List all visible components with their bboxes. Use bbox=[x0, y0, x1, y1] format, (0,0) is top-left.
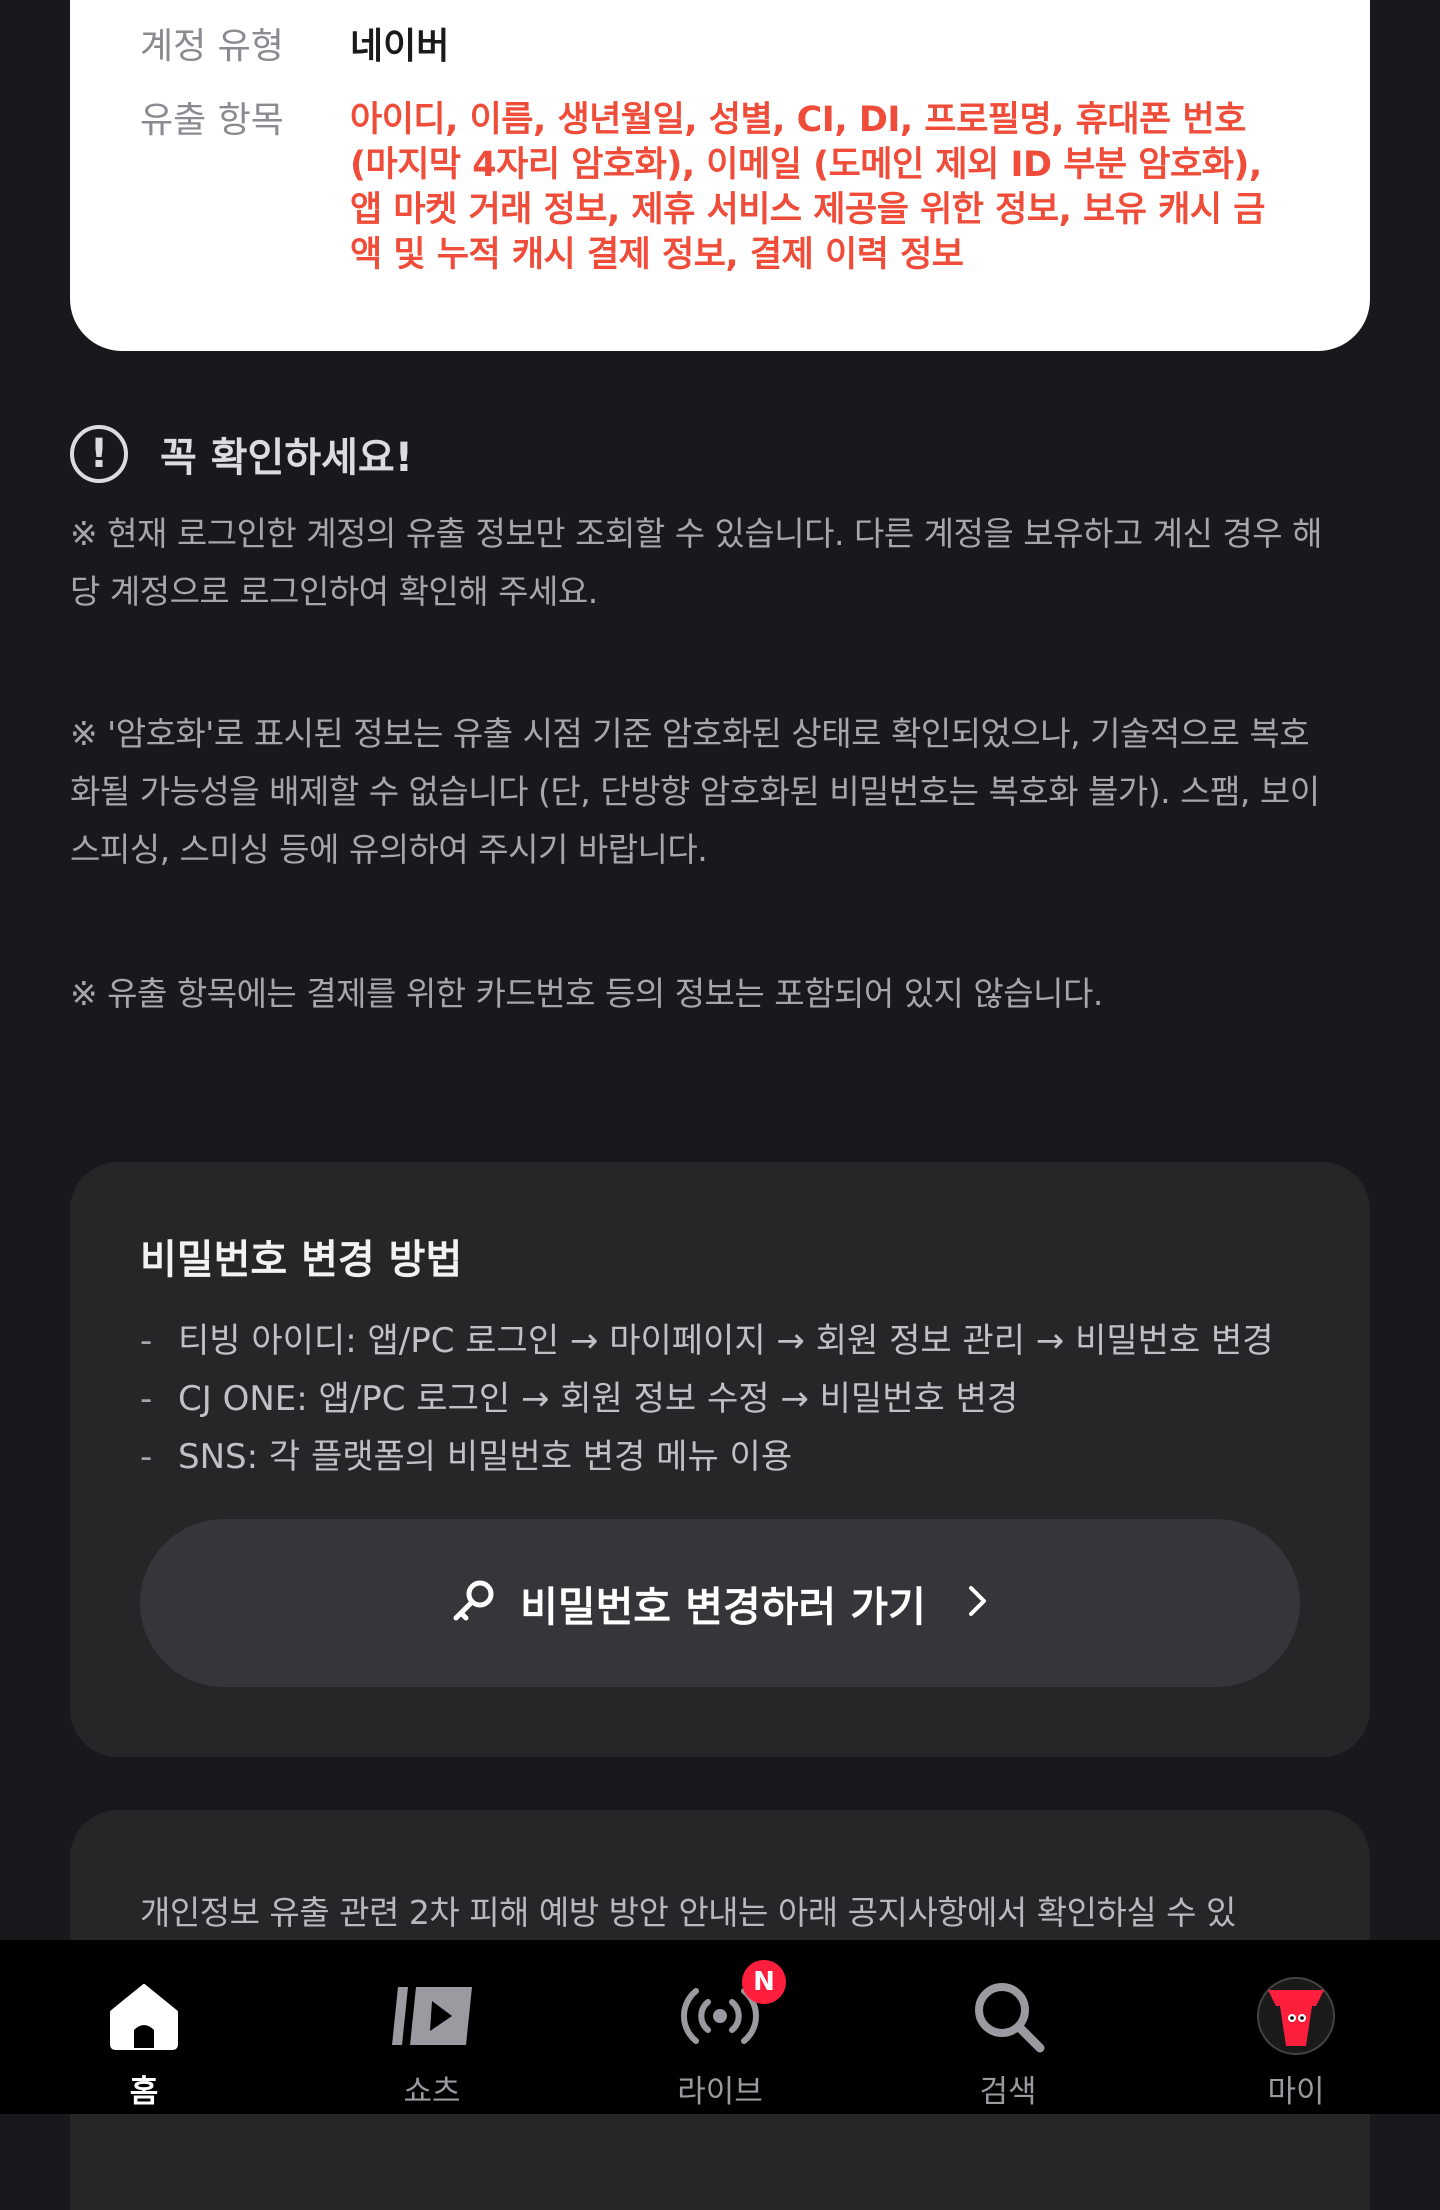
notice-title: 꼭 확인하세요! bbox=[160, 435, 413, 481]
list-item-text: 티빙 아이디: 앱/PC 로그인 → 마이페이지 → 회원 정보 관리 → 비밀… bbox=[178, 1321, 1274, 1361]
tab-my[interactable]: 마이 bbox=[1152, 1940, 1440, 2114]
chevron-right-icon bbox=[966, 1583, 990, 1623]
tab-label: 홈 bbox=[129, 2074, 159, 2110]
live-icon: N bbox=[680, 1960, 786, 2056]
tab-label: 쇼츠 bbox=[403, 2074, 461, 2110]
notice-paragraph-1: ※ 현재 로그인한 계정의 유출 정보만 조회할 수 있습니다. 다른 계정을 … bbox=[70, 505, 1370, 621]
list-item: - CJ ONE: 앱/PC 로그인 → 회원 정보 수정 → 비밀번호 변경 bbox=[140, 1370, 1274, 1428]
leak-items-line: 아이디, 이름, 생년월일, 성별, CI, DI, 프로필명, 휴대폰 번호 bbox=[350, 100, 1246, 140]
tab-label: 마이 bbox=[1267, 2074, 1325, 2110]
tab-home[interactable]: 홈 bbox=[0, 1940, 288, 2114]
notice-line: 스피싱, 스미싱 등에 유의하여 주시기 바랍니다. bbox=[70, 830, 708, 869]
tab-label: 검색 bbox=[979, 2074, 1037, 2110]
tab-live[interactable]: N 라이브 bbox=[576, 1940, 864, 2114]
new-badge: N bbox=[742, 1960, 786, 2004]
key-icon bbox=[450, 1577, 498, 1629]
leak-items-line: 앱 마켓 거래 정보, 제휴 서비스 제공을 위한 정보, 보유 캐시 금 bbox=[350, 190, 1265, 230]
bottom-tab-bar: 홈 쇼츠 N 라이브 검색 마이 bbox=[0, 1940, 1440, 2114]
notice-line: ※ 현재 로그인한 계정의 유출 정보만 조회할 수 있습니다. 다른 계정을 … bbox=[70, 514, 1322, 553]
list-dash: - bbox=[140, 1379, 153, 1419]
notice-paragraph-2: ※ '암호화'로 표시된 정보는 유출 시점 기준 암호화된 상태로 확인되었으… bbox=[70, 705, 1370, 879]
home-icon bbox=[104, 1976, 184, 2056]
list-dash: - bbox=[140, 1437, 153, 1477]
leak-items-line: (마지막 4자리 암호화), 이메일 (도메인 제외 ID 부분 암호화), bbox=[350, 145, 1262, 185]
tab-label: 라이브 bbox=[677, 2074, 763, 2110]
notice-line: 화될 가능성을 배제할 수 없습니다 (단, 단방향 암호화된 비밀번호는 복호… bbox=[70, 772, 1320, 811]
leak-items-line: 액 및 누적 캐시 결제 정보, 결제 이력 정보 bbox=[350, 235, 964, 275]
leak-items-value: 아이디, 이름, 생년월일, 성별, CI, DI, 프로필명, 휴대폰 번호 … bbox=[350, 98, 1300, 278]
list-dash: - bbox=[140, 1321, 153, 1361]
account-type-value: 네이버 bbox=[350, 26, 450, 67]
password-change-card: 비밀번호 변경 방법 - 티빙 아이디: 앱/PC 로그인 → 마이페이지 → 회… bbox=[70, 1162, 1370, 1757]
leak-items-label: 유출 항목 bbox=[140, 100, 284, 141]
list-item: - SNS: 각 플랫폼의 비밀번호 변경 메뉴 이용 bbox=[140, 1428, 1274, 1486]
prevention-notice-text: 개인정보 유출 관련 2차 피해 예방 방안 안내는 아래 공지사항에서 확인하… bbox=[140, 1893, 1236, 1932]
change-password-button-label: 비밀번호 변경하러 가기 bbox=[520, 1583, 926, 1631]
notice-paragraph-3: ※ 유출 항목에는 결제를 위한 카드번호 등의 정보는 포함되어 있지 않습니… bbox=[70, 974, 1103, 1013]
leak-items-row: 유출 항목 아이디, 이름, 생년월일, 성별, CI, DI, 프로필명, 휴… bbox=[140, 98, 1300, 278]
profile-avatar-icon bbox=[1256, 1976, 1336, 2056]
notice-line: 당 계정으로 로그인하여 확인해 주세요. bbox=[70, 572, 598, 611]
notice-header: ! 꼭 확인하세요! bbox=[70, 425, 413, 483]
list-item-text: CJ ONE: 앱/PC 로그인 → 회원 정보 수정 → 비밀번호 변경 bbox=[178, 1379, 1019, 1419]
list-item: - 티빙 아이디: 앱/PC 로그인 → 마이페이지 → 회원 정보 관리 → 비… bbox=[140, 1312, 1274, 1370]
list-item-text: SNS: 각 플랫폼의 비밀번호 변경 메뉴 이용 bbox=[178, 1437, 793, 1477]
account-type-row: 계정 유형 네이버 bbox=[140, 24, 449, 70]
change-password-button[interactable]: 비밀번호 변경하러 가기 bbox=[140, 1519, 1300, 1687]
shorts-icon bbox=[392, 1976, 472, 2056]
notice-line: ※ '암호화'로 표시된 정보는 유출 시점 기준 암호화된 상태로 확인되었으… bbox=[70, 714, 1310, 753]
exclamation-circle-icon: ! bbox=[70, 425, 128, 483]
tab-shorts[interactable]: 쇼츠 bbox=[288, 1940, 576, 2114]
tab-search[interactable]: 검색 bbox=[864, 1940, 1152, 2114]
password-change-title: 비밀번호 변경 방법 bbox=[140, 1237, 463, 1283]
account-type-label: 계정 유형 bbox=[140, 26, 284, 67]
password-change-steps: - 티빙 아이디: 앱/PC 로그인 → 마이페이지 → 회원 정보 관리 → 비… bbox=[140, 1312, 1274, 1486]
search-icon bbox=[968, 1976, 1048, 2056]
leak-info-card: 계정 유형 네이버 유출 항목 아이디, 이름, 생년월일, 성별, CI, D… bbox=[70, 0, 1370, 351]
